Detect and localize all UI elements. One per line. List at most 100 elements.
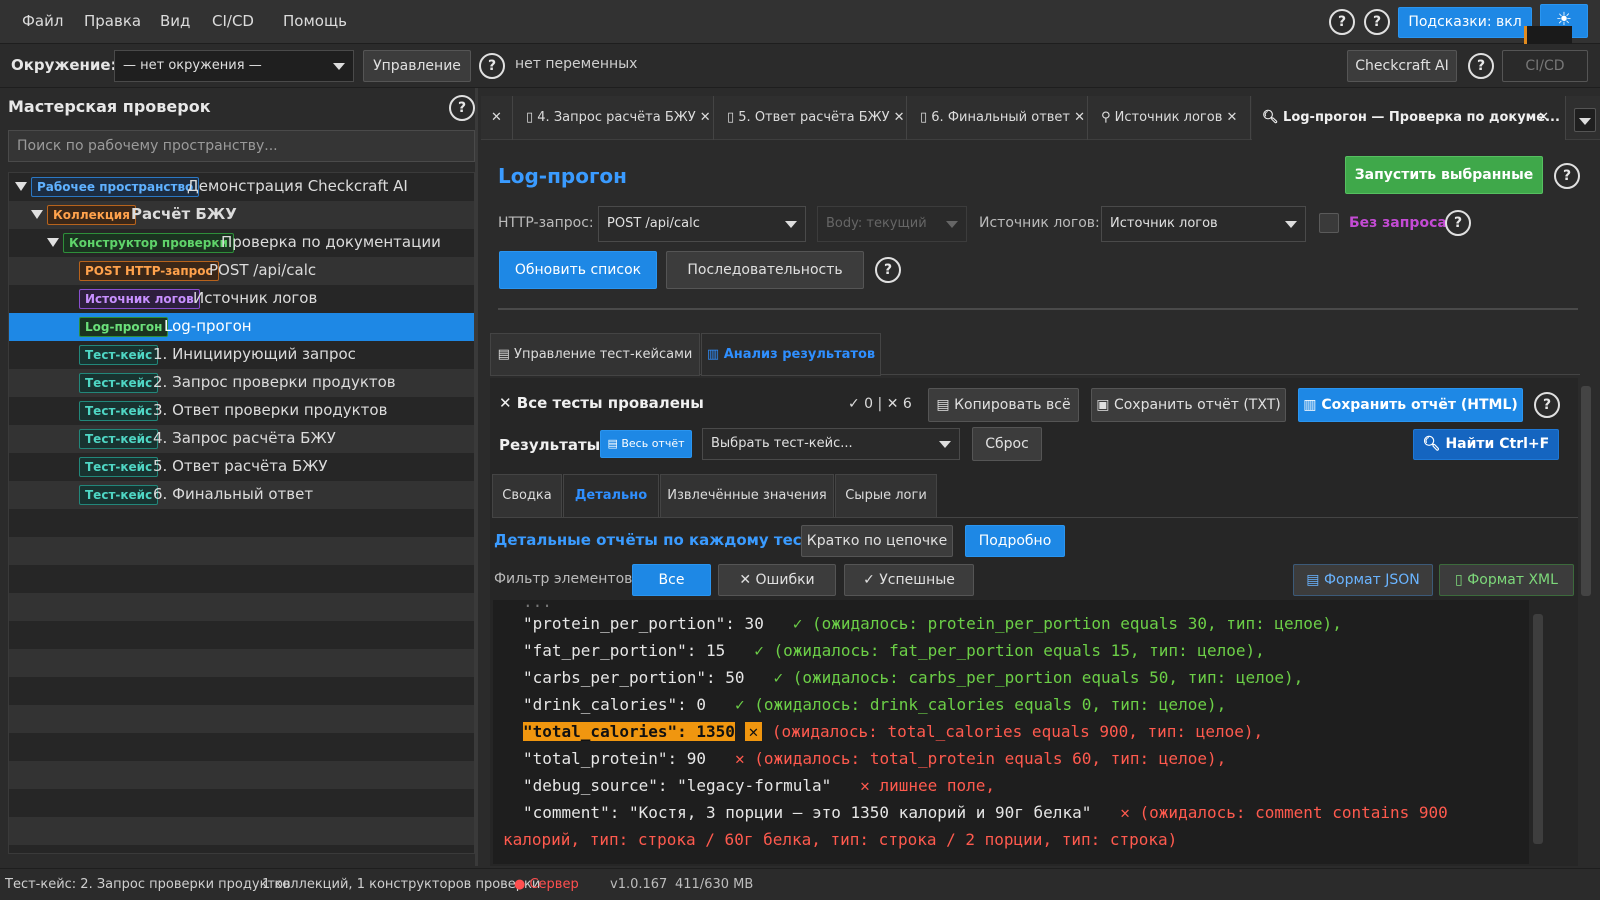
tab-test-case-management[interactable]: ▤ Управление тест-кейсами bbox=[490, 333, 700, 376]
code-line: "protein_per_portion": 30 ✓ (ожидалось: … bbox=[523, 614, 1342, 633]
tree-item-label: 2. Запрос проверки продуктов bbox=[153, 373, 396, 391]
tree-item-label: 4. Запрос расчёта БЖУ bbox=[153, 429, 336, 447]
tree-item-tag: Тест-кейс bbox=[79, 401, 159, 421]
save-txt-button[interactable]: ▣ Сохранить отчёт (TXT) bbox=[1091, 388, 1286, 422]
sequence-button[interactable]: Последовательность bbox=[666, 251, 864, 289]
menubar: Файл Правка Вид CI/CD Помощь ? ? Подсказ… bbox=[0, 0, 1600, 86]
brief-chain-button[interactable]: Кратко по цепочке bbox=[801, 525, 953, 557]
tree-item-test-case[interactable]: Тест-кейс 6. Финальный ответ bbox=[9, 481, 474, 509]
check-icon: ✓ bbox=[863, 572, 880, 588]
tab-log-source[interactable]: ⚲ Источник логов ✕ bbox=[1089, 96, 1251, 140]
tree-item-http-request[interactable]: POST HTTP-запрос POST /api/calc bbox=[9, 257, 474, 285]
close-icon[interactable]: ✕ bbox=[1538, 96, 1549, 140]
tab-detailed[interactable]: Детально bbox=[563, 474, 659, 518]
panel-title: Мастерская проверок bbox=[8, 97, 211, 116]
tab-list-button[interactable] bbox=[1574, 108, 1596, 132]
tree-item-label: Демонстрация Checkcraft AI bbox=[187, 177, 408, 195]
copy-all-button[interactable]: ▤ Копировать всё bbox=[928, 388, 1079, 422]
tab-results-analysis[interactable]: ▥ Анализ результатов bbox=[701, 333, 881, 376]
manage-environment-button[interactable]: Управление bbox=[363, 50, 471, 82]
chevron-down-icon[interactable] bbox=[15, 182, 27, 191]
menu-file[interactable]: Файл bbox=[22, 12, 63, 30]
status-current-case: Тест-кейс: 2. Запрос проверки продуктов bbox=[5, 877, 291, 892]
clipboard-icon: ▤ bbox=[1306, 572, 1324, 588]
results-help-button[interactable]: ? bbox=[1534, 392, 1560, 418]
checkcraft-ai-button[interactable]: Checkcraft AI bbox=[1347, 50, 1457, 82]
log-source-select[interactable]: Источник логов bbox=[1101, 206, 1306, 242]
test-case-select[interactable]: Выбрать тест-кейс... bbox=[702, 428, 960, 460]
menu-view[interactable]: Вид bbox=[160, 12, 190, 30]
body-select[interactable]: Body: текущий bbox=[817, 206, 967, 242]
panel-help-button[interactable]: ? bbox=[449, 95, 475, 121]
whole-report-button[interactable]: ▤ Весь отчёт bbox=[600, 430, 692, 458]
close-icon: ✕ bbox=[499, 394, 517, 412]
tree-item-collection[interactable]: Коллекция Расчёт БЖУ bbox=[9, 201, 474, 229]
sequence-help-button[interactable]: ? bbox=[875, 257, 901, 283]
run-selected-button[interactable]: Запустить выбранные bbox=[1345, 156, 1543, 194]
tab-raw-logs[interactable]: Сырые логи bbox=[835, 474, 937, 518]
filter-errors-button[interactable]: ✕ Ошибки bbox=[718, 564, 836, 596]
no-request-checkbox[interactable] bbox=[1319, 213, 1339, 233]
save-html-button[interactable]: ▥ Сохранить отчёт (HTML) bbox=[1298, 388, 1523, 422]
tree-item-builder[interactable]: Конструктор проверки Проверка по докумен… bbox=[9, 229, 474, 257]
find-button[interactable]: 🔍︎ Найти Ctrl+F bbox=[1413, 429, 1559, 460]
tree-item-label: 6. Финальный ответ bbox=[153, 485, 314, 503]
tree-item-workspace[interactable]: Рабочее пространство Демонстрация Checkc… bbox=[9, 173, 474, 201]
run-help-button[interactable]: ? bbox=[1554, 163, 1580, 189]
chevron-down-icon[interactable] bbox=[47, 238, 59, 247]
scrollbar-thumb[interactable] bbox=[1581, 386, 1591, 596]
divider bbox=[498, 308, 1578, 310]
xml-format-button[interactable]: ▯ Формат XML bbox=[1439, 564, 1574, 596]
tree-item-label: 5. Ответ расчёта БЖУ bbox=[153, 457, 328, 475]
environment-select[interactable]: — нет окружения — bbox=[114, 50, 354, 82]
http-request-select[interactable]: POST /api/calc bbox=[598, 206, 806, 242]
help-button[interactable]: ? bbox=[1329, 9, 1355, 35]
tree-item-log-source[interactable]: Источник логов Источник логов bbox=[9, 285, 474, 313]
tree-item-test-case[interactable]: Тест-кейс 1. Инициирующий запрос bbox=[9, 341, 474, 369]
code-line: "fat_per_portion": 15 ✓ (ожидалось: fat_… bbox=[523, 641, 1265, 660]
tab-final-response[interactable]: ▯ 6. Финальный ответ ✕ bbox=[908, 96, 1088, 140]
detail-heading: Детальные отчёты по каждому тесту: bbox=[494, 531, 827, 549]
filter-all-button[interactable]: Все bbox=[632, 564, 711, 596]
detailed-button[interactable]: Подробно bbox=[965, 525, 1065, 557]
status-memory: 411/630 MB bbox=[675, 877, 754, 892]
tree-item-test-case[interactable]: Тест-кейс 4. Запрос расчёта БЖУ bbox=[9, 425, 474, 453]
report-code-view[interactable]: ... "protein_per_portion": 30 ✓ (ожидало… bbox=[493, 600, 1547, 864]
tree-empty-row bbox=[9, 509, 474, 537]
no-request-help-button[interactable]: ? bbox=[1445, 210, 1471, 236]
code-line: "total_protein": 90 ✕ (ожидалось: total_… bbox=[523, 749, 1227, 768]
reset-button[interactable]: Сброс bbox=[972, 427, 1042, 461]
workspace-search-input[interactable]: Поиск по рабочему пространству... bbox=[8, 130, 475, 162]
menu-help[interactable]: Помощь bbox=[283, 12, 347, 30]
tab-close-button[interactable]: ✕ bbox=[481, 96, 513, 140]
cicd-button[interactable]: CI/CD bbox=[1502, 50, 1588, 82]
tree-item-log-run[interactable]: Log-прогон Log-прогон bbox=[9, 313, 474, 341]
status-server: ● Сервер bbox=[514, 877, 579, 892]
tab-calc-response[interactable]: ▯ 5. Ответ расчёта БЖУ ✕ bbox=[715, 96, 907, 140]
tree-item-test-case[interactable]: Тест-кейс 3. Ответ проверки продуктов bbox=[9, 397, 474, 425]
outer-scrollbar[interactable] bbox=[1578, 378, 1594, 866]
env-help-button[interactable]: ? bbox=[479, 53, 505, 79]
chevron-down-icon[interactable] bbox=[31, 210, 43, 219]
refresh-list-button[interactable]: Обновить список bbox=[499, 251, 657, 289]
tree-item-test-case[interactable]: Тест-кейс 2. Запрос проверки продуктов bbox=[9, 369, 474, 397]
ai-help-button[interactable]: ? bbox=[1468, 53, 1494, 79]
tab-calc-request[interactable]: ▯ 4. Запрос расчёта БЖУ ✕ bbox=[514, 96, 714, 140]
help-button-2[interactable]: ? bbox=[1364, 9, 1390, 35]
menu-cicd[interactable]: CI/CD bbox=[212, 12, 254, 30]
tree-empty-row bbox=[9, 817, 474, 845]
json-format-button[interactable]: ▤ Формат JSON bbox=[1293, 564, 1433, 596]
filter-label: Фильтр элементов: bbox=[494, 571, 638, 587]
filter-success-button[interactable]: ✓ Успешные bbox=[844, 564, 974, 596]
hints-toggle-button[interactable]: Подсказки: вкл bbox=[1398, 7, 1532, 38]
code-line: "carbs_per_portion": 50 ✓ (ожидалось: ca… bbox=[523, 668, 1304, 687]
tab-summary[interactable]: Сводка bbox=[492, 474, 562, 518]
tree-item-tag: Log-прогон bbox=[79, 317, 169, 337]
code-scrollbar[interactable] bbox=[1529, 600, 1547, 864]
tab-extracted-values[interactable]: Извлечённые значения bbox=[660, 474, 834, 518]
tab-log-run[interactable]: 🔍︎ Log-прогон — Проверка по докуме... ✕ bbox=[1252, 96, 1566, 140]
tree-item-test-case[interactable]: Тест-кейс 5. Ответ расчёта БЖУ bbox=[9, 453, 474, 481]
scrollbar-thumb[interactable] bbox=[1533, 614, 1543, 844]
menu-edit[interactable]: Правка bbox=[84, 12, 141, 30]
environment-bar: Окружение: — нет окружения — Управление … bbox=[0, 44, 1600, 88]
